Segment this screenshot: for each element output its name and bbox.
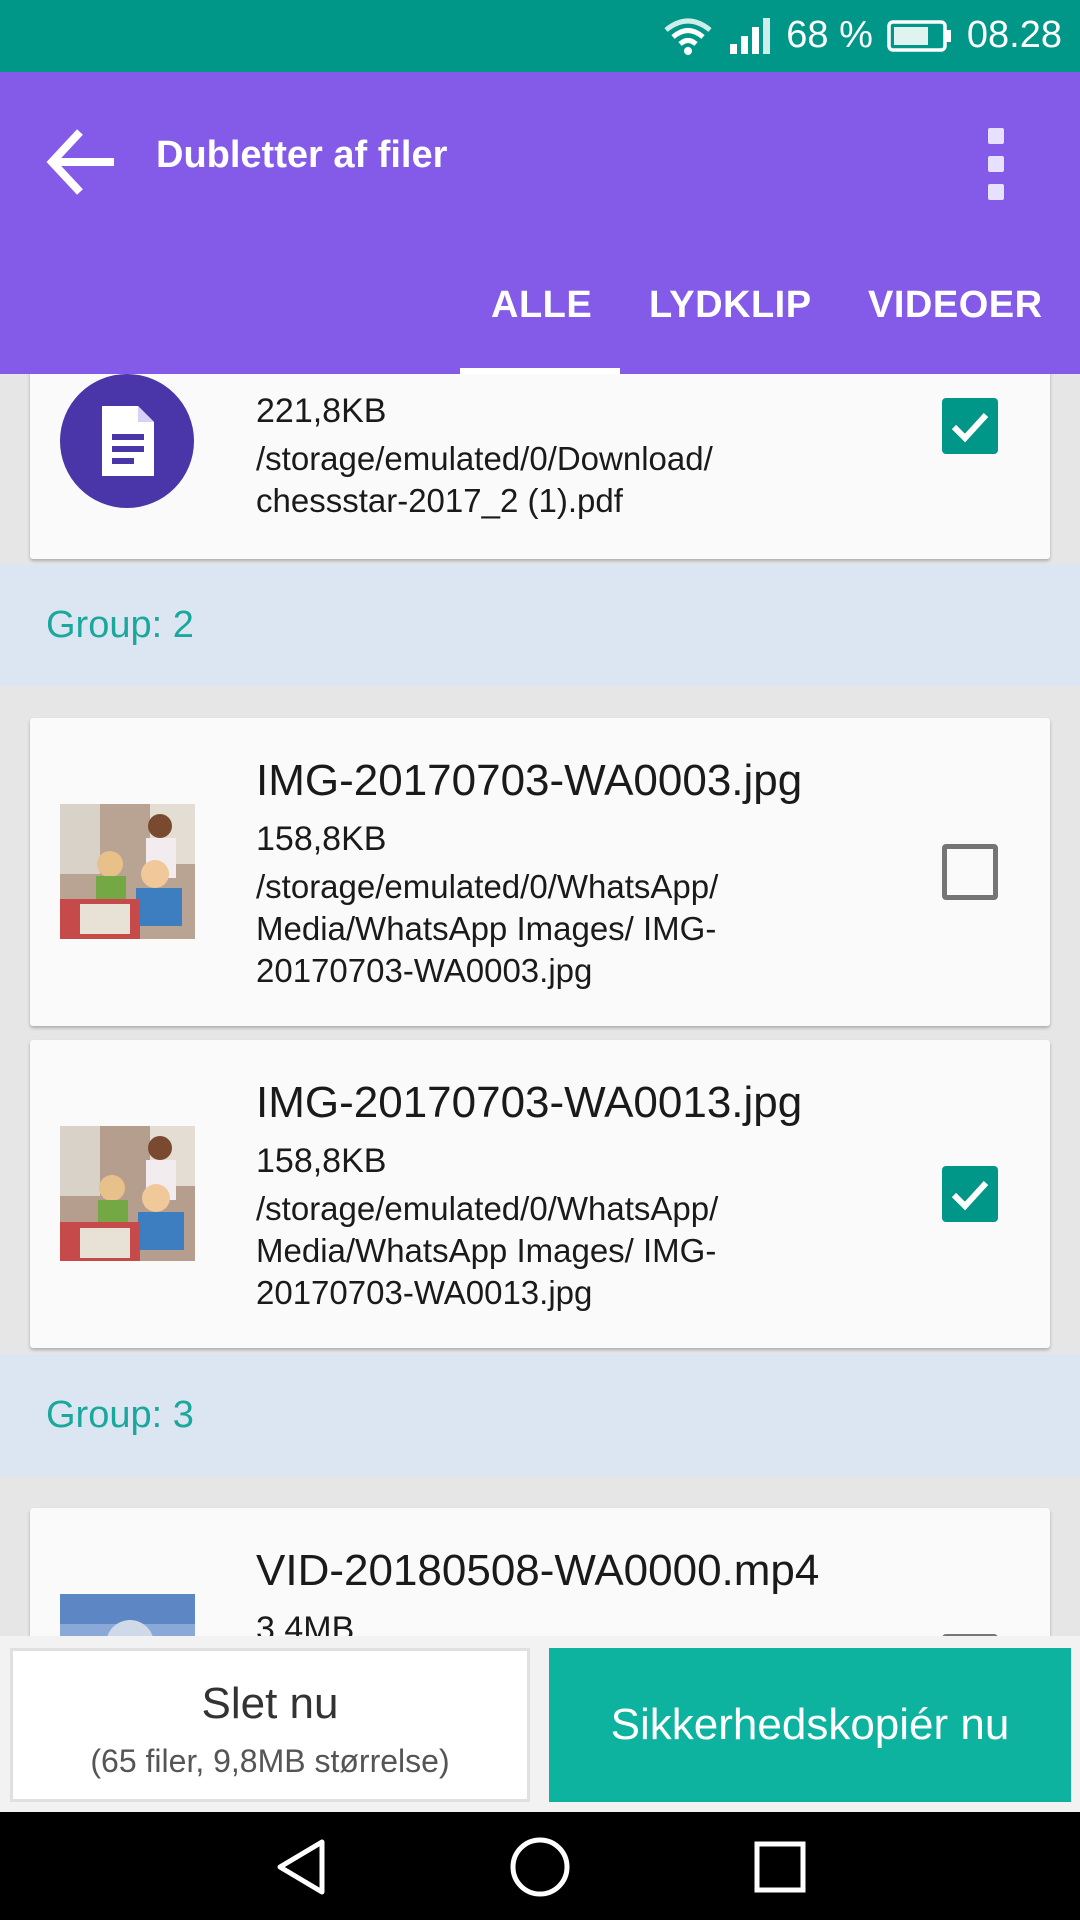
battery-icon (887, 19, 953, 53)
file-path: /storage/emulated/0/Download/ chessstar-… (256, 440, 713, 519)
status-bar: 68 % 08.28 (0, 0, 1080, 72)
wifi-icon (662, 16, 714, 56)
battery-percent: 68 % (786, 14, 873, 56)
document-icon (60, 374, 194, 508)
page-title: Dubletter af filer (156, 134, 448, 176)
checkbox-icon[interactable] (942, 1166, 998, 1222)
file-name: IMG-20170703-WA0003.jpg (256, 756, 803, 805)
list-item[interactable]: 221,8KB /storage/emulated/0/Download/ ch… (30, 374, 1050, 559)
file-size: 221,8KB (256, 392, 387, 430)
group-header: Group: 2 (0, 564, 1080, 686)
list-item[interactable]: IMG-20170703-WA0003.jpg 158,8KB /storage… (30, 718, 1050, 1026)
delete-now-button[interactable]: Slet nu (65 filer, 9,8MB størrelse) (10, 1648, 530, 1802)
signal-icon (728, 16, 772, 56)
back-arrow-icon[interactable] (44, 122, 124, 202)
backup-now-button[interactable]: Sikkerhedskopiér nu (549, 1648, 1071, 1802)
nav-recents-icon[interactable] (745, 1832, 815, 1902)
list-item[interactable]: VID-20180508-WA0000.mp4 3,4MB (30, 1508, 1050, 1636)
video-thumbnail (60, 1594, 195, 1636)
file-size: 158,8KB (256, 820, 387, 858)
group-label: Group: 2 (46, 604, 194, 646)
checkbox-icon[interactable] (942, 844, 998, 900)
file-list[interactable]: 221,8KB /storage/emulated/0/Download/ ch… (0, 374, 1080, 1636)
clock: 08.28 (966, 14, 1062, 56)
nav-home-icon[interactable] (505, 1832, 575, 1902)
list-item[interactable]: IMG-20170703-WA0013.jpg 158,8KB /storage… (30, 1040, 1050, 1348)
image-thumbnail (60, 1126, 195, 1261)
file-name: VID-20180508-WA0000.mp4 (256, 1546, 820, 1595)
file-size: 158,8KB (256, 1142, 387, 1180)
bottom-action-bar: Slet nu (65 filer, 9,8MB størrelse) Sikk… (0, 1636, 1080, 1812)
tab-alle[interactable]: ALLE (491, 284, 592, 374)
delete-now-label: Slet nu (201, 1679, 339, 1728)
file-path: /storage/emulated/0/WhatsApp/ Media/What… (256, 868, 719, 989)
more-vert-icon[interactable] (980, 124, 1012, 204)
tab-lydklip[interactable]: LYDKLIP (649, 284, 812, 374)
group-label: Group: 3 (46, 1394, 194, 1436)
system-nav-bar (0, 1812, 1080, 1920)
tab-videoer[interactable]: VIDEOER (868, 284, 1043, 374)
file-size: 3,4MB (256, 1610, 355, 1636)
delete-now-summary: (65 filer, 9,8MB størrelse) (90, 1743, 450, 1779)
group-header: Group: 3 (0, 1354, 1080, 1476)
app-bar: Dubletter af filer ALLE LYDKLIP VIDEOER (0, 72, 1080, 374)
checkbox-icon[interactable] (942, 398, 998, 454)
nav-back-icon[interactable] (266, 1832, 336, 1902)
image-thumbnail (60, 804, 195, 939)
file-name: IMG-20170703-WA0013.jpg (256, 1078, 803, 1127)
file-path: /storage/emulated/0/WhatsApp/ Media/What… (256, 1190, 719, 1311)
tab-bar: ALLE LYDKLIP VIDEOER (0, 284, 1080, 374)
